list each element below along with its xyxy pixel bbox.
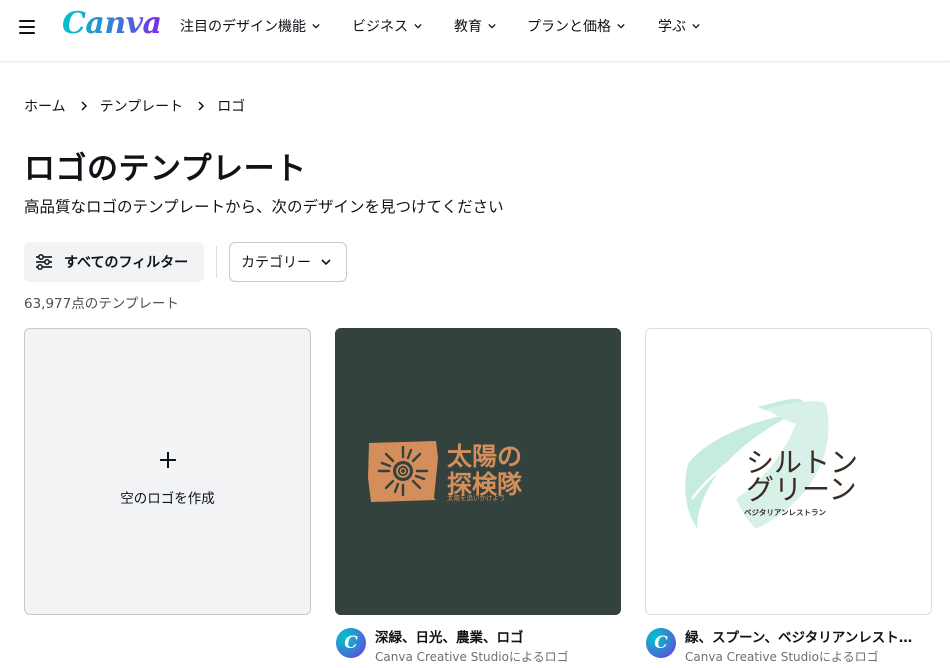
chevron-down-icon (414, 23, 422, 29)
leaf-logo-artwork: シルトン グリーン ベジタリアンレストラン (646, 329, 931, 614)
breadcrumb-home[interactable]: ホーム (24, 96, 66, 116)
creator-avatar[interactable]: C (336, 628, 366, 658)
sun-logo-artwork: 太陽の 探検隊 太陽を追いかけよう (335, 328, 621, 615)
category-dropdown[interactable]: カテゴリー (229, 242, 347, 282)
creator-avatar[interactable]: C (646, 628, 676, 658)
veg-logo-line2: グリーン (746, 473, 857, 506)
create-blank-logo-card[interactable]: 空のロゴを作成 (24, 328, 311, 615)
template-author: Canva Creative Studioによるロゴ (375, 650, 569, 664)
breadcrumb-logo[interactable]: ロゴ (217, 96, 245, 116)
canva-logo[interactable]: Canva (62, 6, 162, 41)
template-title[interactable]: 緑、スプーン、ベジタリアンレストラン、ロゴ (685, 626, 925, 646)
plus-icon (159, 451, 177, 469)
chevron-right-icon (198, 101, 205, 111)
template-author: Canva Creative Studioによるロゴ (685, 650, 879, 664)
breadcrumb-templates[interactable]: テンプレート (100, 96, 184, 116)
sun-logo-line1: 太陽の (447, 442, 522, 471)
nav-learn[interactable]: 学ぶ (658, 16, 700, 36)
sliders-icon (36, 254, 52, 270)
menu-icon[interactable] (19, 18, 37, 34)
chevron-down-icon (312, 23, 320, 29)
template-card-vegetarian[interactable]: シルトン グリーン ベジタリアンレストラン (645, 328, 932, 615)
all-filters-button[interactable]: すべてのフィルター (24, 242, 204, 282)
chevron-down-icon (321, 259, 331, 266)
nav-pricing[interactable]: プランと価格 (527, 16, 625, 36)
create-blank-label: 空のロゴを作成 (120, 491, 215, 507)
chevron-down-icon (692, 23, 700, 29)
nav-business[interactable]: ビジネス (352, 16, 422, 36)
chevron-right-icon (81, 101, 87, 111)
page-title: ロゴのテンプレート (24, 151, 307, 187)
result-count: 63,977点のテンプレート (24, 296, 179, 312)
page-subtitle: 高品質なロゴのテンプレートから、次のデザインを見つけてください (24, 198, 504, 216)
breadcrumb: ホーム テンプレート ロゴ (24, 96, 245, 116)
filter-divider (216, 246, 217, 278)
chevron-down-icon (617, 23, 625, 29)
chevron-down-icon (488, 23, 496, 29)
veg-logo-tagline: ベジタリアンレストラン (744, 507, 827, 517)
template-card-sun[interactable]: 太陽の 探検隊 太陽を追いかけよう (335, 328, 621, 615)
top-header: Canva 注目のデザイン機能 ビジネス 教育 プランと価格 学ぶ (0, 0, 950, 62)
template-title[interactable]: 深緑、日光、農業、ロゴ (375, 626, 615, 646)
sun-logo-tagline: 太陽を追いかけよう (447, 493, 506, 502)
nav-featured[interactable]: 注目のデザイン機能 (180, 16, 320, 36)
nav-education[interactable]: 教育 (454, 16, 496, 36)
